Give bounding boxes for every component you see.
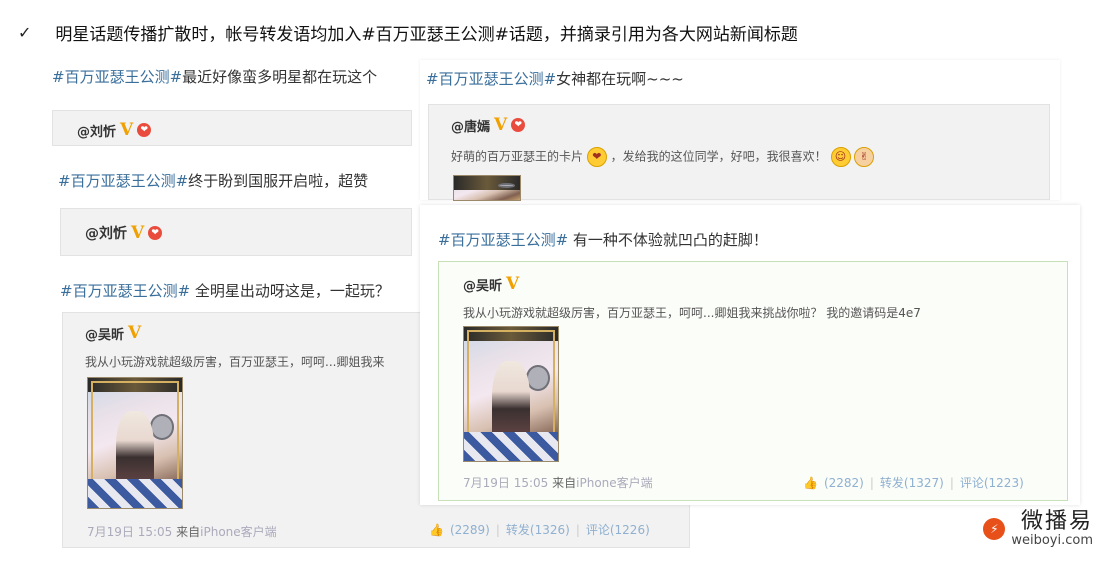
game-card-image[interactable]	[453, 175, 521, 201]
game-card-image[interactable]	[87, 377, 183, 509]
verified-icon: V	[120, 120, 134, 140]
post-body: 最近好像蛮多明星都在玩这个	[182, 68, 378, 86]
quote-part: ，发给我的这位同学，好吧，我很喜欢！	[610, 149, 827, 164]
post-text: #百万亚瑟王公测#最近好像蛮多明星都在玩这个	[52, 66, 410, 87]
post-text: #百万亚瑟王公测#女神都在玩啊~~~	[426, 68, 684, 89]
love-emoji-icon: ❤	[586, 147, 607, 167]
headline: ✓ 明星话题传播扩散时，帐号转发语均加入#百万亚瑟王公测#话题，并摘录引用为各大…	[18, 20, 798, 45]
post-body: 全明星出动呀这是，一起玩？	[190, 282, 390, 300]
front-weibo-panel: #百万亚瑟王公测# 有一种不体验就凹凸的赶脚！ @吴昕 V 我从小玩游戏就超级厉…	[420, 205, 1080, 505]
author-name[interactable]: @刘忻	[77, 121, 116, 140]
like-count[interactable]: (2289)	[450, 523, 490, 537]
post-text: #百万亚瑟王公测# 全明星出动呀这是，一起玩？	[60, 280, 410, 301]
author-row: @吴昕 V	[85, 323, 141, 343]
hashtag-link[interactable]: #百万亚瑟王公测#	[426, 70, 556, 88]
author-row: @吴昕 V	[463, 274, 519, 294]
post-text: #百万亚瑟王公测#终于盼到国服开启啦，超赞	[58, 170, 410, 191]
post-body: 女神都在玩啊~~~	[556, 70, 684, 88]
quoted-post: @唐嫣 V ❤ 好萌的百万亚瑟王的卡片 ❤ ，发给我的这位同学，好吧，我很喜欢！…	[428, 104, 1050, 201]
quoted-post: @吴昕 V 我从小玩游戏就超级厉害，百万亚瑟王，呵呵...卿姐我来挑战你啦？ 我…	[438, 261, 1068, 501]
like-icon[interactable]: 👍	[803, 476, 818, 490]
weiboyi-logo: ⚡ 微播易 weiboyi.com	[983, 510, 1093, 548]
post-time[interactable]: 7月19日 15:05	[87, 525, 172, 539]
quoted-post: @刘忻 V ❤	[52, 110, 412, 146]
logo-cn-text: 微播易	[1020, 509, 1093, 534]
hashtag-link[interactable]: #百万亚瑟王公测#	[438, 231, 568, 249]
author-row: @刘忻 V ❤	[85, 223, 163, 243]
post-time[interactable]: 7月19日 15:05	[463, 476, 548, 490]
game-card-image[interactable]	[463, 326, 559, 462]
heart-icon: ❤	[137, 123, 152, 137]
hashtag-link[interactable]: #百万亚瑟王公测#	[58, 172, 188, 190]
post-body: 有一种不体验就凹凸的赶脚！	[568, 231, 768, 249]
author-name[interactable]: @唐嫣	[451, 116, 490, 135]
quoted-text: 我从小玩游戏就超级厉害，百万亚瑟王，呵呵...卿姐我来挑战你啦？ 我的邀请码是4…	[463, 306, 921, 320]
verified-icon: V	[494, 115, 508, 135]
quoted-text: 我从小玩游戏就超级厉害，百万亚瑟王，呵呵...卿姐我来	[85, 355, 385, 369]
like-icon[interactable]: 👍	[429, 523, 444, 537]
headline-text: 明星话题传播扩散时，帐号转发语均加入#百万亚瑟王公测#话题，并摘录引用为各大网站…	[55, 24, 798, 45]
comment-link[interactable]: 评论(1226)	[586, 521, 650, 538]
quote-part: 好萌的百万亚瑟王的卡片	[451, 149, 584, 164]
post-body: 终于盼到国服开启啦，超赞	[188, 172, 369, 190]
author-name[interactable]: @吴昕	[85, 324, 124, 343]
hashtag-link[interactable]: #百万亚瑟王公测#	[52, 68, 182, 86]
check-icon: ✓	[18, 22, 32, 42]
repost-link[interactable]: 转发(1326)	[506, 521, 570, 538]
hashtag-link[interactable]: #百万亚瑟王公测#	[60, 282, 190, 300]
victory-emoji-icon: ✌	[854, 147, 875, 167]
heart-icon: ❤	[511, 118, 526, 132]
post-text: #百万亚瑟王公测# 有一种不体验就凹凸的赶脚！	[438, 229, 768, 250]
post-actions: 👍 (2289) | 转发(1326) | 评论(1226)	[429, 521, 650, 538]
author-name[interactable]: @吴昕	[463, 275, 502, 294]
author-row: @唐嫣 V ❤	[451, 115, 526, 135]
verified-icon: V	[128, 323, 142, 343]
weiboyi-logo-icon: ⚡	[983, 518, 1006, 540]
post-meta: 7月19日 15:05 来自iPhone客户端	[87, 523, 277, 540]
from-label: 来自	[552, 476, 577, 490]
quoted-post: @刘忻 V ❤	[60, 208, 412, 256]
author-name[interactable]: @刘忻	[85, 223, 127, 243]
from-label: 来自	[176, 525, 201, 539]
post-actions: 👍 (2282) | 转发(1327) | 评论(1223)	[803, 474, 1024, 491]
author-row: @刘忻 V ❤	[77, 120, 152, 140]
client-link[interactable]: iPhone客户端	[576, 476, 653, 490]
like-count[interactable]: (2282)	[824, 476, 864, 490]
heart-icon: ❤	[148, 226, 163, 240]
repost-link[interactable]: 转发(1327)	[880, 474, 944, 491]
verified-icon: V	[506, 274, 520, 294]
logo-en-text: weiboyi.com	[1011, 533, 1093, 548]
quoted-text: 好萌的百万亚瑟王的卡片 ❤ ，发给我的这位同学，好吧，我很喜欢！ ☺ ✌	[451, 147, 875, 167]
client-link[interactable]: iPhone客户端	[200, 525, 277, 539]
verified-icon: V	[131, 223, 145, 243]
comment-link[interactable]: 评论(1223)	[960, 474, 1024, 491]
right-top-weibo-panel: #百万亚瑟王公测#女神都在玩啊~~~ @唐嫣 V ❤ 好萌的百万亚瑟王的卡片 ❤…	[420, 60, 1060, 201]
post-meta: 7月19日 15:05 来自iPhone客户端	[463, 474, 653, 491]
smile-emoji-icon: ☺	[830, 147, 851, 167]
